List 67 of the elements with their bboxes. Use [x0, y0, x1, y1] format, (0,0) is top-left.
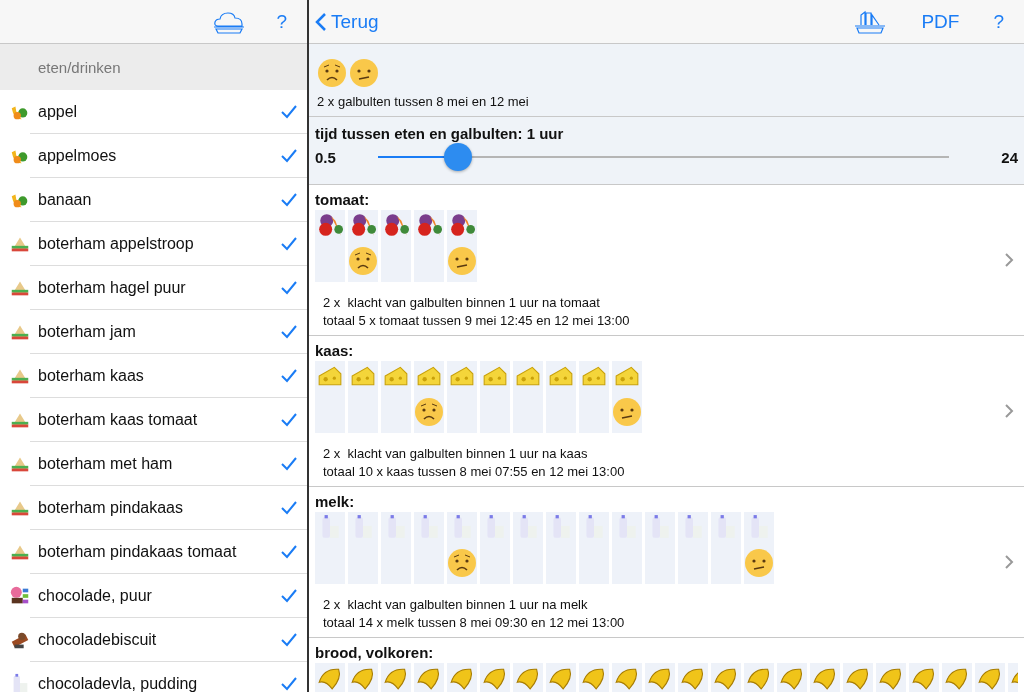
food-list-item[interactable]: boterham jam [0, 310, 307, 354]
item-label: chocoladevla, pudding [38, 675, 199, 692]
vegetables-icon [317, 211, 343, 238]
item-label: boterham hagel puur [38, 279, 187, 297]
food-list-item[interactable]: banaan [0, 178, 307, 222]
item-label: boterham appelstroop [38, 235, 195, 253]
item-label: chocoladebiscuit [38, 631, 158, 649]
ship-icon[interactable] [853, 8, 888, 35]
food-list-item[interactable]: boterham hagel puur [0, 266, 307, 310]
vegetables-icon [350, 211, 376, 238]
item-label: chocolade, puur [38, 587, 153, 605]
food-list-item[interactable]: chocolade, puur [0, 574, 307, 618]
food-list-item[interactable]: boterham appelstroop [0, 222, 307, 266]
food-list-item[interactable]: boterham pindakaas [0, 486, 307, 530]
vegetables-icon [416, 211, 442, 238]
worried-face-icon [447, 547, 477, 578]
item-label: boterham jam [38, 323, 137, 341]
worried-face-icon [414, 396, 444, 427]
confused-face-icon [744, 547, 774, 578]
back-button[interactable]: Terug [315, 10, 379, 33]
help-button[interactable]: ? [993, 10, 1004, 33]
item-label: boterham kaas tomaat [38, 411, 199, 429]
food-list-item[interactable]: boterham pindakaas tomaat [0, 530, 307, 574]
item-label: appelmoes [38, 147, 118, 165]
summary-text: 2 x galbulten tussen 8 mei en 12 mei [317, 94, 530, 109]
slider-thumb[interactable] [443, 143, 472, 171]
section-details: 2 x klacht van galbulten binnen 1 uur na melk totaal 14 x melk tussen 8 mei 09:30 en 12 mei 13:00 [323, 595, 626, 632]
food-section[interactable]: tomaat: 2 x klacht van galbulten binnen 1 uur na tomaat totaal 5 x tomaat tussen 9 mei 12:45 en 12 mei 13:00 [309, 185, 1024, 336]
item-label: boterham met ham [38, 455, 174, 473]
section-details: 2 x klacht van galbulten binnen 1 uur na tomaat totaal 5 x tomaat tussen 9 mei 12:45 en 12 mei 13:00 [323, 293, 631, 330]
chevron-icon[interactable] [1005, 253, 1014, 267]
item-label: boterham pindakaas [38, 499, 184, 517]
food-section[interactable]: kaas: 2 x klacht van galbulten binnen 1 uur na kaas totaal 10 x kaas tussen 8 mei 07:55 en 12 mei 13:00 [309, 336, 1024, 487]
food-list-item[interactable]: chocoladebiscuit [0, 618, 307, 662]
vegetables-icon [383, 211, 409, 238]
section-header: eten/drinken [0, 44, 307, 90]
section-details: 2 x klacht van galbulten binnen 1 uur na kaas totaal 10 x kaas tussen 8 mei 07:55 en 12 mei 13:00 [323, 444, 626, 481]
item-label: appel [38, 103, 79, 121]
vegetables-icon [449, 211, 475, 238]
section-title: kaas: [315, 341, 355, 359]
food-list-item[interactable]: appel [0, 90, 307, 134]
item-label: banaan [38, 191, 93, 209]
help-button[interactable]: ? [276, 10, 287, 33]
chevron-left-icon [315, 11, 327, 32]
food-section[interactable]: brood, volkoren: [309, 638, 1024, 692]
food-section[interactable]: melk: 2 x klacht van galbulten binnen 1 uur na melk totaal 14 x melk tussen 8 mei 09:30 en 12 mei 13:00 [309, 487, 1024, 638]
slider-label: tijd tussen eten en galbulten: 1 uur [315, 125, 565, 142]
pdf-button[interactable]: PDF [921, 10, 960, 33]
food-list-item[interactable]: appelmoes [0, 134, 307, 178]
worried-face-icon [317, 58, 347, 88]
slider-min: 0.5 [315, 148, 336, 166]
chevron-icon[interactable] [1005, 404, 1014, 418]
slider-max: 24 [1001, 148, 1018, 166]
chevron-icon[interactable] [1005, 555, 1014, 569]
item-label: boterham kaas [38, 367, 145, 385]
food-list-item[interactable]: boterham kaas [0, 354, 307, 398]
worried-face-icon [348, 245, 378, 276]
section-title: melk: [315, 492, 356, 510]
food-list-item[interactable]: boterham kaas tomaat [0, 398, 307, 442]
confused-face-icon [447, 245, 477, 276]
cloud-tray-icon[interactable] [212, 9, 247, 34]
food-list-item[interactable]: boterham met ham [0, 442, 307, 486]
confused-face-icon [612, 396, 642, 427]
confused-face-icon [349, 58, 379, 88]
section-title: tomaat: [315, 190, 371, 208]
item-label: boterham pindakaas tomaat [38, 543, 238, 561]
section-title: brood, volkoren: [315, 644, 435, 661]
